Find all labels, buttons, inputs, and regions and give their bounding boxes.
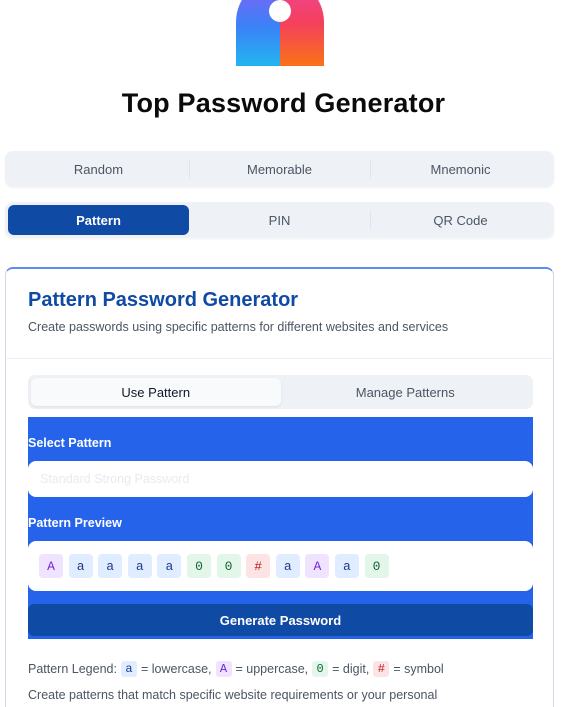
legend-text-digit: = digit,: [332, 662, 370, 676]
pattern-chip-lower: a: [334, 554, 359, 578]
pattern-chip-lower: a: [127, 554, 152, 578]
pattern-chip-digit: 0: [364, 554, 389, 578]
tab-use-pattern[interactable]: Use Pattern: [31, 378, 281, 406]
legend-text-upper: = uppercase,: [235, 662, 309, 676]
legend-prefix: Pattern Legend:: [28, 662, 117, 676]
generate-password-button[interactable]: Generate Password: [28, 604, 533, 636]
legend-text-symbol: = symbol: [393, 662, 444, 676]
pattern-chip-upper: A: [39, 554, 63, 578]
pattern-panel: Select Pattern Standard Strong Password …: [28, 417, 533, 639]
pattern-chip-lower: a: [157, 554, 182, 578]
card-subtitle: Create passwords using specific patterns…: [28, 320, 449, 334]
legend-text-lower: = lowercase,: [140, 662, 212, 676]
logo-lock-icon: [236, 0, 324, 66]
pattern-chip-lower: a: [98, 554, 123, 578]
pattern-preview-label: Pattern Preview: [28, 516, 122, 530]
mode-tabs-row-2: Pattern PIN QR Code: [5, 202, 554, 238]
legend-chip-upper: A: [215, 661, 232, 677]
pattern-chip-upper: A: [305, 554, 330, 578]
tab-random[interactable]: Random: [8, 154, 189, 184]
select-pattern-label: Select Pattern: [28, 436, 112, 450]
pattern-legend: Pattern Legend: a = lowercase, A = uppercas…: [28, 661, 444, 677]
pattern-mode-tabs: Use Pattern Manage Patterns: [28, 375, 533, 409]
tab-mnemonic[interactable]: Mnemonic: [370, 154, 551, 184]
mode-tabs-row-1: Random Memorable Mnemonic: [5, 151, 554, 187]
legend-chip-lower: a: [120, 661, 137, 677]
legend-chip-symbol: #: [373, 661, 390, 677]
app-title: Top Password Generator: [121, 88, 446, 118]
pattern-chip-lower: a: [68, 554, 93, 578]
tab-manage-patterns[interactable]: Manage Patterns: [281, 378, 531, 406]
pattern-chip-symbol: #: [246, 554, 271, 578]
select-pattern-dropdown[interactable]: Standard Strong Password: [28, 461, 533, 497]
tab-memorable[interactable]: Memorable: [189, 154, 370, 184]
pattern-generator-card: Pattern Password Generator Create passwo…: [5, 267, 554, 707]
pattern-chip-lower: a: [275, 554, 300, 578]
pattern-preview: Aa a a a 0 0 # a Aa 0: [28, 541, 533, 591]
app-logo: [236, 0, 324, 66]
pattern-chip-digit: 0: [186, 554, 211, 578]
pattern-chip-digit: 0: [216, 554, 241, 578]
tab-pin[interactable]: PIN: [189, 205, 370, 235]
pattern-note: Create patterns that match specific webs…: [28, 688, 438, 702]
card-title: Pattern Password Generator: [28, 289, 299, 311]
tab-pattern[interactable]: Pattern: [8, 205, 189, 235]
tab-qr-code[interactable]: QR Code: [370, 205, 551, 235]
card-header: Pattern Password Generator Create passwo…: [6, 269, 553, 359]
legend-chip-digit: 0: [312, 661, 329, 677]
